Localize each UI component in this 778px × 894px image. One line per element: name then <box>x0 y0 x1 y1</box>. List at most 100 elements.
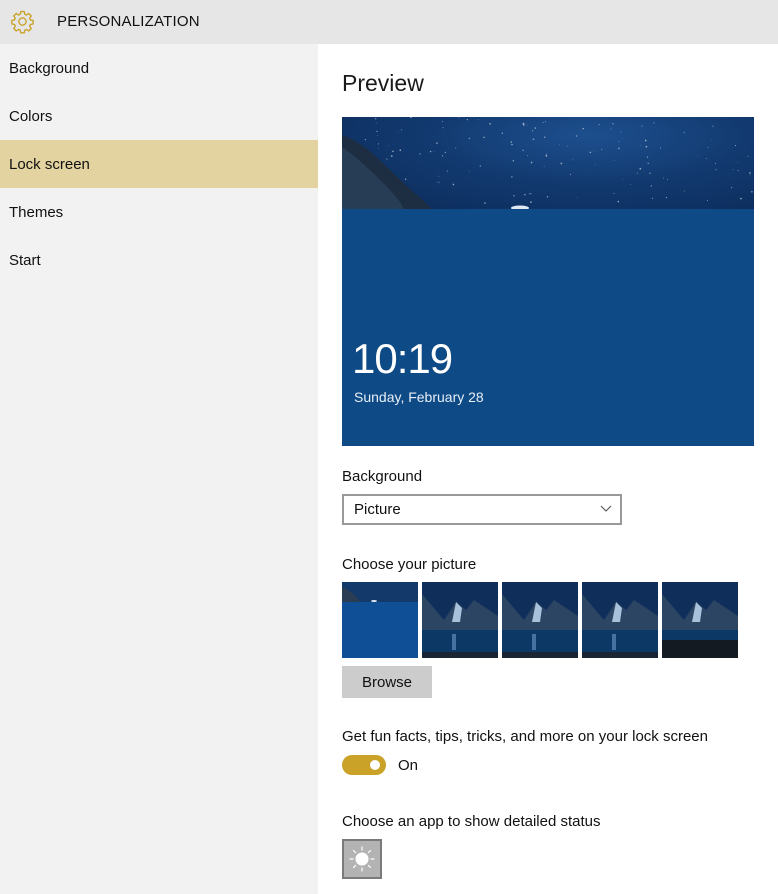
star <box>469 170 470 172</box>
choose-picture-label: Choose your picture <box>342 556 477 573</box>
sidebar-item-start[interactable]: Start <box>0 236 318 284</box>
sidebar-item-themes[interactable]: Themes <box>0 188 318 236</box>
star <box>594 164 596 165</box>
star <box>375 122 377 124</box>
fun-facts-toggle[interactable] <box>342 755 386 775</box>
star <box>510 141 513 143</box>
star <box>665 196 668 199</box>
star <box>483 136 485 139</box>
star <box>640 144 642 146</box>
browse-button[interactable]: Browse <box>342 666 432 698</box>
star <box>530 161 533 164</box>
sidebar-item-colors[interactable]: Colors <box>0 92 318 140</box>
star <box>612 123 614 125</box>
background-dropdown[interactable]: Picture <box>342 494 622 525</box>
thumbnail-image <box>342 582 418 658</box>
star <box>404 178 407 180</box>
thumbnail-image <box>422 582 498 658</box>
chevron-down-icon <box>600 505 612 512</box>
toggle-knob <box>370 760 380 770</box>
preview-clock: 10:19 <box>352 335 453 382</box>
preview-heading: Preview <box>342 70 424 96</box>
star <box>641 125 643 127</box>
star <box>524 193 526 196</box>
star <box>375 118 377 120</box>
detailed-status-label: Choose an app to show detailed status <box>342 813 601 830</box>
star <box>530 201 532 203</box>
star <box>531 192 533 194</box>
star <box>390 155 393 157</box>
star <box>364 139 366 141</box>
star <box>522 122 525 125</box>
sidebar-item-label: Background <box>9 59 90 77</box>
star <box>546 196 549 198</box>
thumbnail-mountain[interactable] <box>582 582 658 658</box>
star <box>532 138 535 140</box>
star <box>622 178 624 180</box>
star <box>446 170 448 172</box>
thumbnail-image <box>582 582 658 658</box>
star <box>513 195 515 197</box>
sidebar-item-label: Lock screen <box>9 155 90 173</box>
star <box>392 150 394 153</box>
star <box>529 193 531 195</box>
star <box>546 153 547 155</box>
thumbnail-mountain[interactable] <box>502 582 578 658</box>
star <box>576 197 578 198</box>
star <box>468 137 470 140</box>
star <box>659 147 661 149</box>
star <box>567 145 568 147</box>
star <box>436 142 438 144</box>
star <box>376 130 378 132</box>
thumbnail-mountain[interactable] <box>662 582 738 658</box>
sidebar-item-background[interactable]: Background <box>0 44 318 92</box>
star <box>639 167 642 170</box>
background-label: Background <box>342 468 423 485</box>
star <box>662 177 664 179</box>
star <box>441 155 444 157</box>
star <box>617 200 620 203</box>
star <box>650 185 652 187</box>
gear-icon <box>11 10 34 34</box>
star <box>667 178 669 180</box>
title-bar: PERSONALIZATION <box>0 0 778 44</box>
star <box>388 145 389 147</box>
picture-thumbnails <box>342 582 738 658</box>
star <box>543 165 545 167</box>
weather-sun-icon <box>349 846 375 872</box>
star <box>613 159 615 161</box>
star <box>534 127 537 129</box>
star <box>618 141 620 143</box>
star <box>438 175 440 177</box>
star <box>645 145 648 148</box>
star <box>737 170 739 172</box>
star <box>512 160 515 162</box>
sidebar-item-lock-screen[interactable]: Lock screen <box>0 140 318 188</box>
star <box>398 131 399 132</box>
star <box>560 162 563 165</box>
star <box>441 120 443 123</box>
star <box>710 139 712 141</box>
star <box>630 184 632 185</box>
star <box>644 139 647 142</box>
star <box>559 144 560 146</box>
thumbnail-mountain[interactable] <box>422 582 498 658</box>
star <box>377 143 379 145</box>
star <box>444 151 446 154</box>
star <box>378 147 380 149</box>
lock-screen-preview: 10:19 Sunday, February 28 <box>342 117 754 446</box>
star <box>489 122 491 125</box>
sidebar-item-label: Themes <box>9 203 64 221</box>
star <box>433 150 435 152</box>
star <box>636 172 638 174</box>
star <box>484 202 486 204</box>
star <box>466 118 468 121</box>
detailed-status-app-button[interactable] <box>342 839 382 879</box>
star <box>697 155 699 157</box>
thumbnail-image <box>502 582 578 658</box>
star <box>572 159 574 161</box>
star <box>458 117 460 118</box>
thumbnail-current[interactable] <box>342 582 418 658</box>
star <box>712 125 714 127</box>
star <box>522 149 524 151</box>
